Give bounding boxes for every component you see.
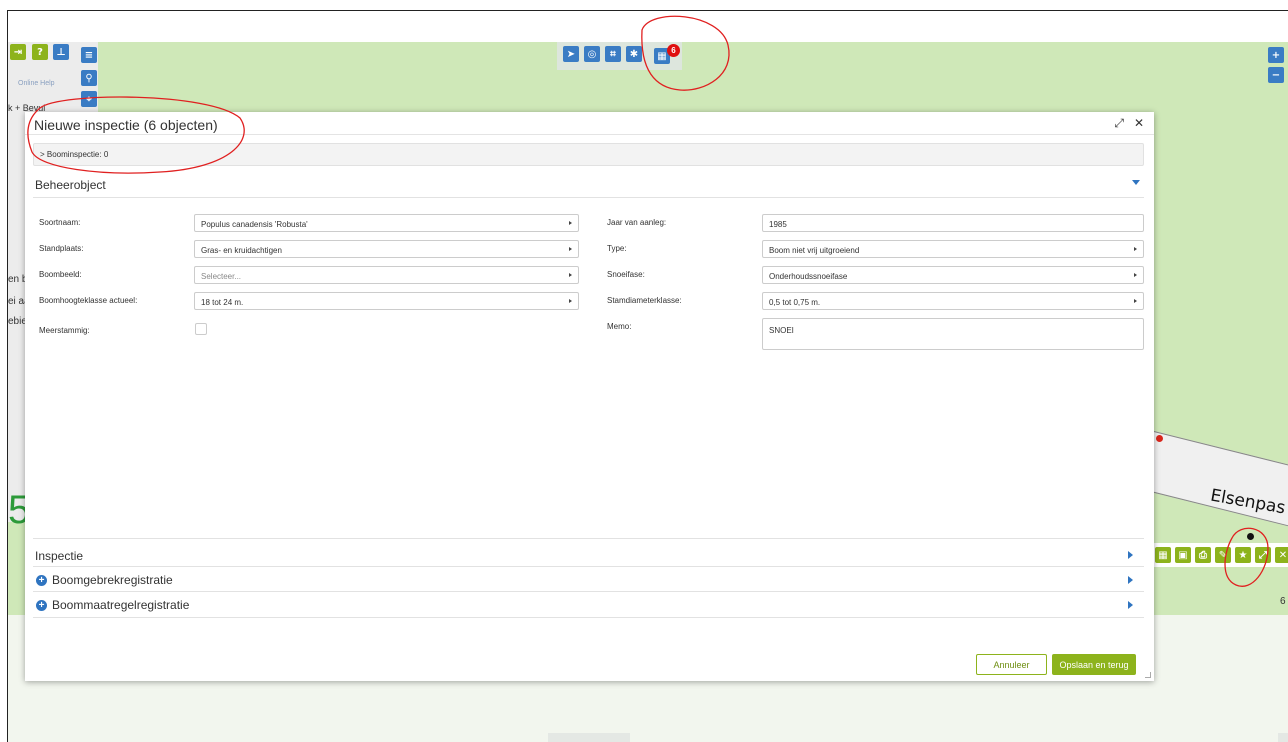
bottom-tab[interactable] (548, 733, 630, 742)
save-and-return-button[interactable]: Opslaan en terug (1052, 654, 1136, 675)
map-marker-red[interactable] (1156, 435, 1163, 442)
caret-right-icon (569, 221, 572, 225)
bottom-action-toolbar: ▦ ▣ ⎙ ✎ ★ ⤢ ✕ (1150, 543, 1288, 567)
right-number: 6 (1280, 596, 1286, 607)
menu-icon[interactable]: ≡ (81, 47, 97, 63)
memo-value: SNOEI (769, 326, 794, 335)
pin-icon[interactable]: ⊥ (53, 44, 69, 60)
boombeeld-select[interactable]: Selecteer... (194, 266, 579, 284)
type-select[interactable]: Boom niet vrij uitgroeiend (762, 240, 1144, 258)
dialog-controls: ⤢ ✕ (1114, 116, 1144, 131)
type-value: Boom niet vrij uitgroeiend (769, 246, 860, 255)
breadcrumb[interactable]: > Boominspectie: 0 (33, 143, 1144, 166)
boomhoogte-value: 18 tot 24 m. (201, 298, 244, 307)
snoeifase-select[interactable]: Onderhoudssnoeifase (762, 266, 1144, 284)
frame-border-left (7, 10, 8, 742)
divider (33, 197, 1144, 198)
zoom-out-icon[interactable]: − (1268, 67, 1284, 83)
jaar-value: 1985 (769, 220, 787, 229)
label-stamdiameter: Stamdiameterklasse: (607, 296, 682, 305)
zoom-in-icon[interactable]: + (1268, 47, 1284, 63)
excel-icon[interactable]: ▣ (1175, 547, 1191, 563)
caret-right-icon (569, 273, 572, 277)
caret-right-icon (569, 299, 572, 303)
label-jaar: Jaar van aanleg: (607, 218, 667, 227)
maximize-icon[interactable]: ⤢ (1114, 116, 1124, 131)
divider (33, 538, 1144, 539)
caret-right-icon (569, 247, 572, 251)
memo-textarea[interactable]: SNOEI (762, 318, 1144, 350)
resize-handle[interactable] (1145, 672, 1151, 678)
crop-icon[interactable]: ⌗ (605, 46, 621, 62)
divider (33, 591, 1144, 592)
divider (33, 566, 1144, 567)
print-icon[interactable]: ⎙ (1195, 547, 1211, 563)
label-meerstammig: Meerstammig: (39, 326, 90, 335)
online-help-link[interactable]: Online Help (18, 80, 55, 87)
stamdiameter-select[interactable]: 0,5 tot 0,75 m. (762, 292, 1144, 310)
chevron-down-icon[interactable] (1132, 180, 1140, 185)
label-snoeifase: Snoeifase: (607, 270, 645, 279)
standplaats-select[interactable]: Gras- en kruidachtigen (194, 240, 579, 258)
top-blank-area (8, 11, 1288, 42)
select-pointer-icon[interactable]: ➤ (563, 46, 579, 62)
standplaats-value: Gras- en kruidachtigen (201, 246, 282, 255)
stamdiameter-value: 0,5 tot 0,75 m. (769, 298, 821, 307)
gear-icon[interactable]: ✱ (626, 46, 642, 62)
label-memo: Memo: (607, 322, 632, 331)
cancel-button[interactable]: Annuleer (976, 654, 1047, 675)
caret-right-icon (1134, 273, 1137, 277)
meerstammig-checkbox[interactable] (195, 323, 207, 335)
inspection-dialog: Nieuwe inspectie (6 objecten) ⤢ ✕ > Boom… (25, 112, 1154, 681)
close-icon[interactable]: ✕ (1275, 547, 1288, 563)
jaar-input[interactable]: 1985 (762, 214, 1144, 232)
breadcrumb-text: > Boominspectie: 0 (40, 150, 109, 159)
inspect-star-icon[interactable]: ★ (1235, 547, 1251, 563)
plus-circle-icon[interactable]: + (36, 600, 47, 611)
help-icon[interactable]: ? (32, 44, 48, 60)
section-beheerobject[interactable]: Beheerobject (35, 178, 106, 192)
boomhoogte-select[interactable]: 18 tot 24 m. (194, 292, 579, 310)
boombeeld-placeholder: Selecteer... (201, 272, 242, 281)
search-icon[interactable]: ⚲ (81, 70, 97, 86)
expand-icon[interactable]: ⤢ (1255, 547, 1271, 563)
caret-right-icon (1134, 299, 1137, 303)
edit-icon[interactable]: ✎ (1215, 547, 1231, 563)
dialog-title: Nieuwe inspectie (6 objecten) (34, 117, 218, 133)
section-inspectie[interactable]: Inspectie (35, 549, 83, 563)
target-icon[interactable]: ◎ (584, 46, 600, 62)
location-icon[interactable]: ⌖ (81, 91, 97, 107)
table-icon[interactable]: ▦ (1155, 547, 1171, 563)
snoeifase-value: Onderhoudssnoeifase (769, 272, 848, 281)
label-soortnaam: Soortnaam: (39, 218, 81, 227)
caret-right-icon (1134, 247, 1137, 251)
chevron-right-icon[interactable] (1128, 576, 1133, 584)
map-marker-black[interactable] (1247, 533, 1254, 540)
label-type: Type: (607, 244, 627, 253)
close-icon[interactable]: ✕ (1134, 116, 1144, 131)
bottom-tab-right[interactable] (1278, 733, 1288, 742)
plus-circle-icon[interactable]: + (36, 575, 47, 586)
chevron-right-icon[interactable] (1128, 601, 1133, 609)
soortnaam-value: Populus canadensis 'Robusta' (201, 220, 308, 229)
soortnaam-select[interactable]: Populus canadensis 'Robusta' (194, 214, 579, 232)
label-boomhoogte: Boomhoogteklasse actueel: (39, 296, 138, 305)
logout-icon[interactable]: ⇥ (10, 44, 26, 60)
divider (25, 134, 1154, 135)
divider (33, 617, 1144, 618)
frame-border-top (7, 10, 1288, 11)
label-standplaats: Standplaats: (39, 244, 84, 253)
label-boombeeld: Boombeeld: (39, 270, 82, 279)
section-boomgebrek[interactable]: Boomgebrekregistratie (52, 573, 173, 587)
notification-badge: 6 (667, 44, 680, 57)
chevron-right-icon[interactable] (1128, 551, 1133, 559)
section-boommaatregel[interactable]: Boommaatregelregistratie (52, 598, 189, 612)
